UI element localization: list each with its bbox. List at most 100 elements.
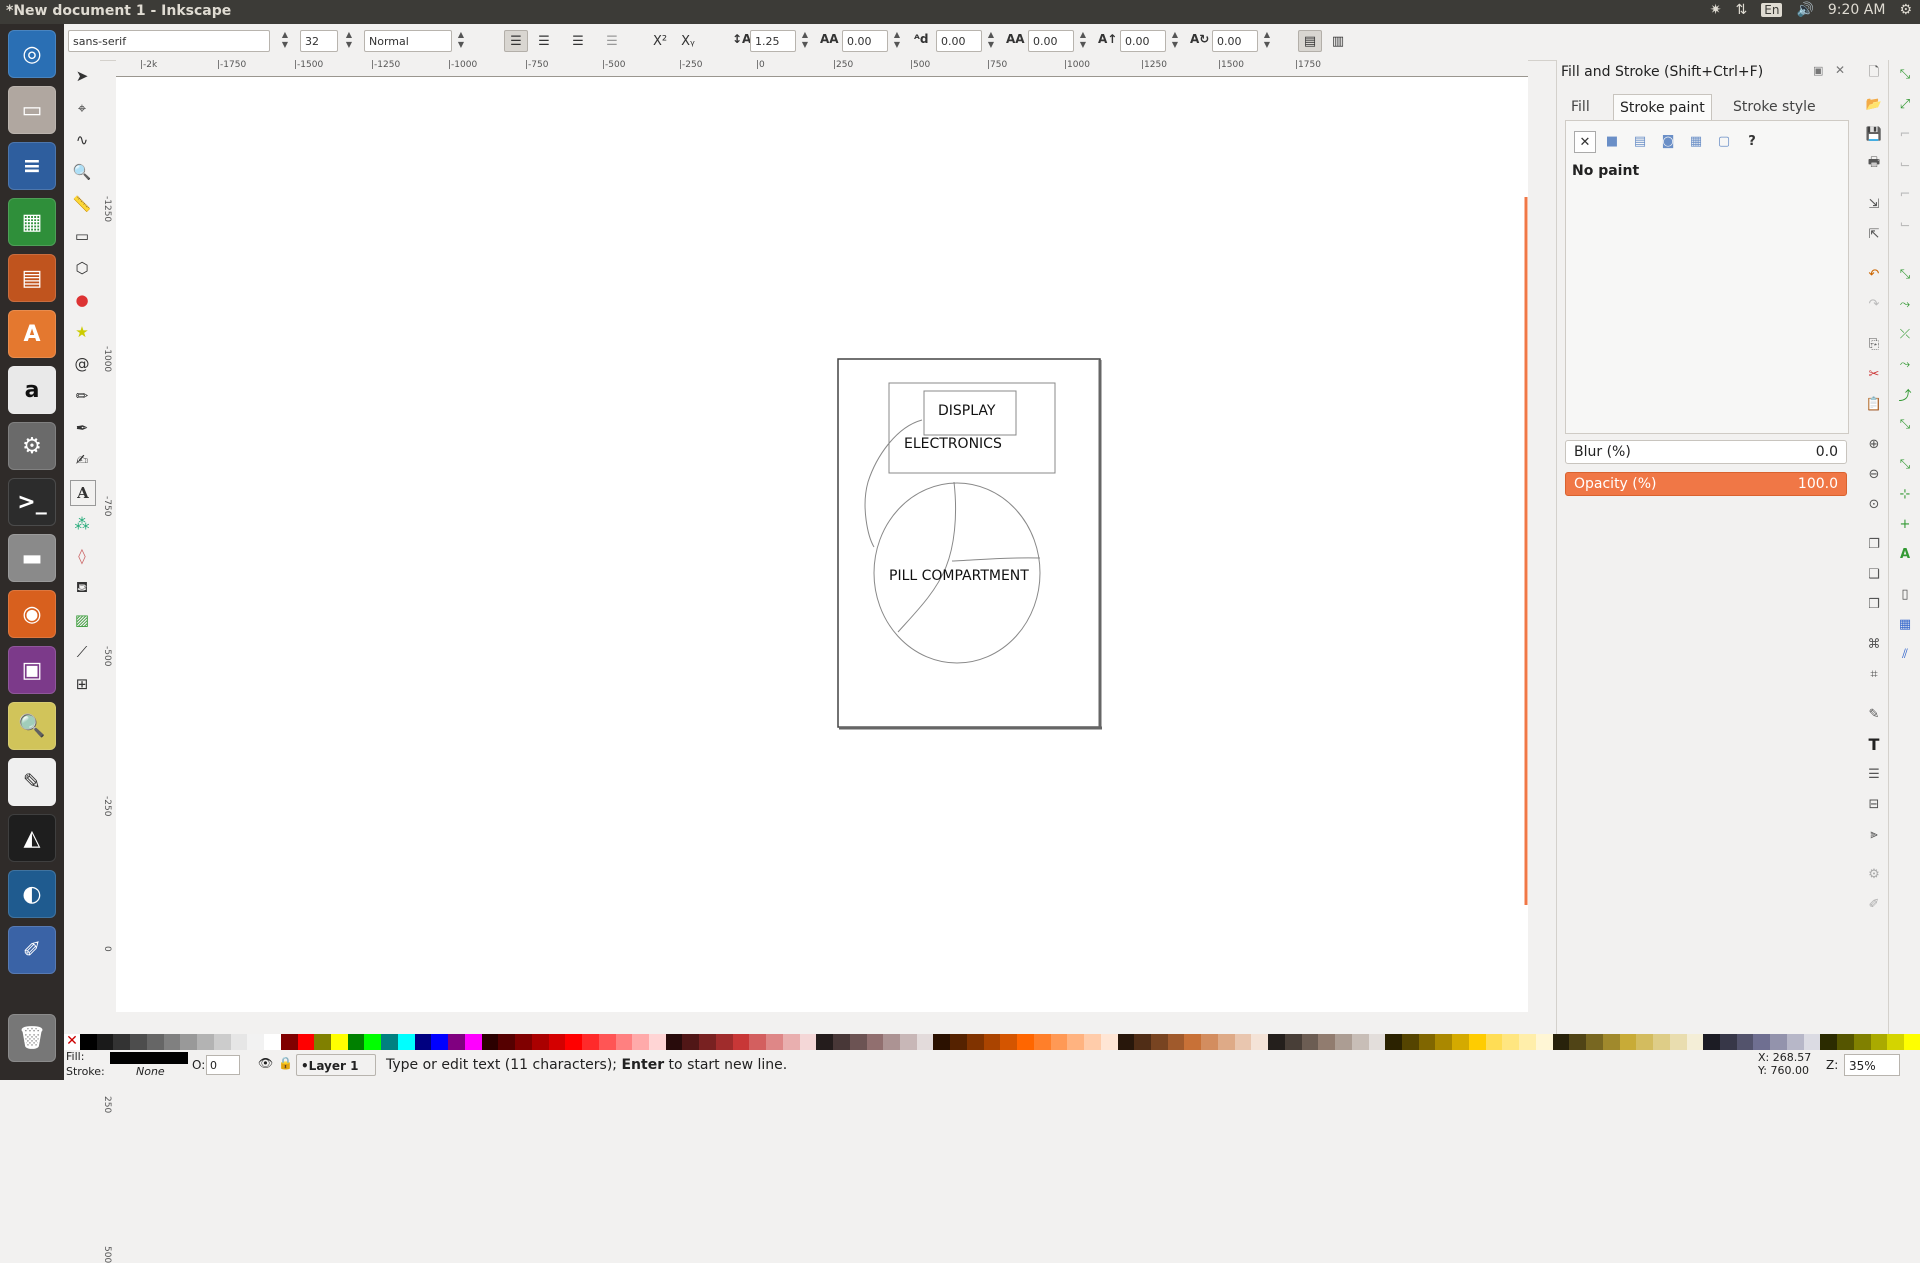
color-swatch[interactable]: [297, 1034, 315, 1050]
color-swatch[interactable]: [1602, 1034, 1620, 1050]
label-display[interactable]: DISPLAY: [938, 403, 995, 419]
color-swatch[interactable]: [1284, 1034, 1302, 1050]
pen-tool-icon[interactable]: ✒: [70, 416, 94, 440]
snap-others-icon[interactable]: ⤡: [1895, 454, 1915, 474]
linear-gradient-button[interactable]: ▤: [1630, 131, 1650, 151]
color-swatch[interactable]: [732, 1034, 750, 1050]
snap-cusp-icon[interactable]: ⤳: [1895, 354, 1915, 374]
color-swatch[interactable]: [1753, 1034, 1771, 1050]
mesh-gradient-button[interactable]: ▦: [1686, 131, 1706, 151]
justify-button[interactable]: ☰: [600, 30, 624, 52]
color-swatch[interactable]: [331, 1034, 348, 1050]
color-swatch[interactable]: [1653, 1034, 1670, 1050]
save-icon[interactable]: 💾: [1864, 124, 1884, 144]
color-swatch[interactable]: [1519, 1034, 1536, 1050]
layer-lock-icon[interactable]: 🔒: [278, 1056, 293, 1070]
color-swatch[interactable]: [1552, 1034, 1570, 1050]
color-swatch[interactable]: [1569, 1034, 1587, 1050]
color-swatch[interactable]: [1067, 1034, 1085, 1050]
files-icon[interactable]: ▭: [8, 86, 56, 134]
color-swatch[interactable]: [1000, 1034, 1018, 1050]
settings-gear-icon[interactable]: ⚙: [1899, 2, 1912, 18]
paint-bucket-tool-icon[interactable]: ⛾: [70, 576, 94, 600]
zoom-tool-icon[interactable]: 🔍: [70, 160, 94, 184]
rectangle-tool-icon[interactable]: ▭: [70, 224, 94, 248]
color-swatch[interactable]: [833, 1034, 850, 1050]
color-swatch[interactable]: [548, 1034, 566, 1050]
text-tool-icon[interactable]: A: [70, 480, 96, 506]
cut-icon[interactable]: ✂: [1864, 364, 1884, 384]
color-swatch[interactable]: [715, 1034, 733, 1050]
color-swatch[interactable]: [448, 1034, 465, 1050]
color-swatch[interactable]: [1167, 1034, 1185, 1050]
zoom-page-icon[interactable]: ⊙: [1864, 494, 1884, 514]
color-swatch[interactable]: [347, 1034, 365, 1050]
color-swatch[interactable]: [163, 1034, 181, 1050]
inkscape-icon[interactable]: ◭: [8, 814, 56, 862]
flat-color-button[interactable]: ■: [1602, 131, 1622, 151]
none-swatch-icon[interactable]: ✕: [64, 1034, 80, 1050]
snap-intersections-icon[interactable]: ⤫: [1895, 324, 1915, 344]
snap-paths-icon[interactable]: ⤳: [1895, 294, 1915, 314]
measure-tool-icon[interactable]: 📏: [70, 192, 94, 216]
spiral-tool-icon[interactable]: @: [70, 352, 94, 376]
trash-icon[interactable]: 🗑: [8, 1014, 56, 1062]
layer-visibility-icon[interactable]: 👁: [258, 1056, 273, 1070]
print-icon[interactable]: 🖶: [1864, 154, 1884, 174]
writer-icon[interactable]: ≡: [8, 142, 56, 190]
color-swatch[interactable]: [1904, 1034, 1920, 1050]
app-icon[interactable]: ✐: [8, 926, 56, 974]
dialog-collapse-icon[interactable]: ▣: [1813, 64, 1823, 77]
preferences-icon[interactable]: ⚙: [1864, 864, 1884, 884]
color-swatch[interactable]: [1837, 1034, 1854, 1050]
disk-icon[interactable]: ▬: [8, 534, 56, 582]
color-swatch[interactable]: [883, 1034, 900, 1050]
dash-home-icon[interactable]: ◎: [8, 30, 56, 78]
color-swatch[interactable]: [1017, 1034, 1034, 1050]
vertical-shift-field[interactable]: 0.00: [1120, 30, 1166, 52]
keyboard-language[interactable]: En: [1761, 3, 1783, 17]
color-swatch[interactable]: [1050, 1034, 1068, 1050]
color-swatch[interactable]: [933, 1034, 951, 1050]
word-spacing-field[interactable]: 0.00: [936, 30, 982, 52]
radial-gradient-button[interactable]: ◙: [1658, 131, 1678, 151]
snap-nodes-icon[interactable]: ⤡: [1895, 264, 1915, 284]
color-swatch[interactable]: [1853, 1034, 1871, 1050]
image-viewer-icon[interactable]: 🔍: [8, 702, 56, 750]
workspace-switcher-icon[interactable]: ▣: [8, 646, 56, 694]
no-paint-button[interactable]: ✕: [1574, 131, 1596, 153]
eraser-tool-icon[interactable]: ◊: [70, 544, 94, 568]
word-spacing-spin-icon[interactable]: ▲ ▼: [984, 30, 998, 52]
color-swatch[interactable]: [1870, 1034, 1888, 1050]
calligraphy-tool-icon[interactable]: ✍: [70, 448, 94, 472]
color-swatch[interactable]: [1485, 1034, 1503, 1050]
export-icon[interactable]: ⇱: [1864, 224, 1884, 244]
shotwell-icon[interactable]: ◐: [8, 870, 56, 918]
color-swatch[interactable]: [782, 1034, 800, 1050]
unset-paint-button[interactable]: ?: [1742, 131, 1762, 151]
color-swatch[interactable]: [1887, 1034, 1905, 1050]
document-properties-icon[interactable]: ✐: [1864, 894, 1884, 914]
color-swatch[interactable]: [1033, 1034, 1051, 1050]
color-swatch[interactable]: [1318, 1034, 1336, 1050]
software-center-icon[interactable]: A: [8, 310, 56, 358]
color-swatch[interactable]: [1435, 1034, 1453, 1050]
color-swatch[interactable]: [96, 1034, 114, 1050]
color-swatch[interactable]: [950, 1034, 967, 1050]
color-swatch[interactable]: [247, 1034, 265, 1050]
color-swatch[interactable]: [1502, 1034, 1520, 1050]
opacity-field[interactable]: 0: [206, 1055, 240, 1075]
color-swatch[interactable]: [1084, 1034, 1101, 1050]
tab-fill[interactable]: Fill: [1565, 94, 1596, 120]
color-swatch[interactable]: [1586, 1034, 1603, 1050]
color-swatch[interactable]: [1703, 1034, 1720, 1050]
color-swatch[interactable]: [1368, 1034, 1386, 1050]
rotation-spin-icon[interactable]: ▲ ▼: [1260, 30, 1274, 52]
color-swatch[interactable]: [598, 1034, 616, 1050]
group-icon[interactable]: ⌘: [1864, 634, 1884, 654]
color-swatch[interactable]: [146, 1034, 164, 1050]
color-swatch[interactable]: [481, 1034, 499, 1050]
connector-tool-icon[interactable]: ⊞: [70, 672, 94, 696]
snap-guides-icon[interactable]: ⫽: [1895, 644, 1915, 664]
color-swatch[interactable]: [1251, 1034, 1269, 1050]
